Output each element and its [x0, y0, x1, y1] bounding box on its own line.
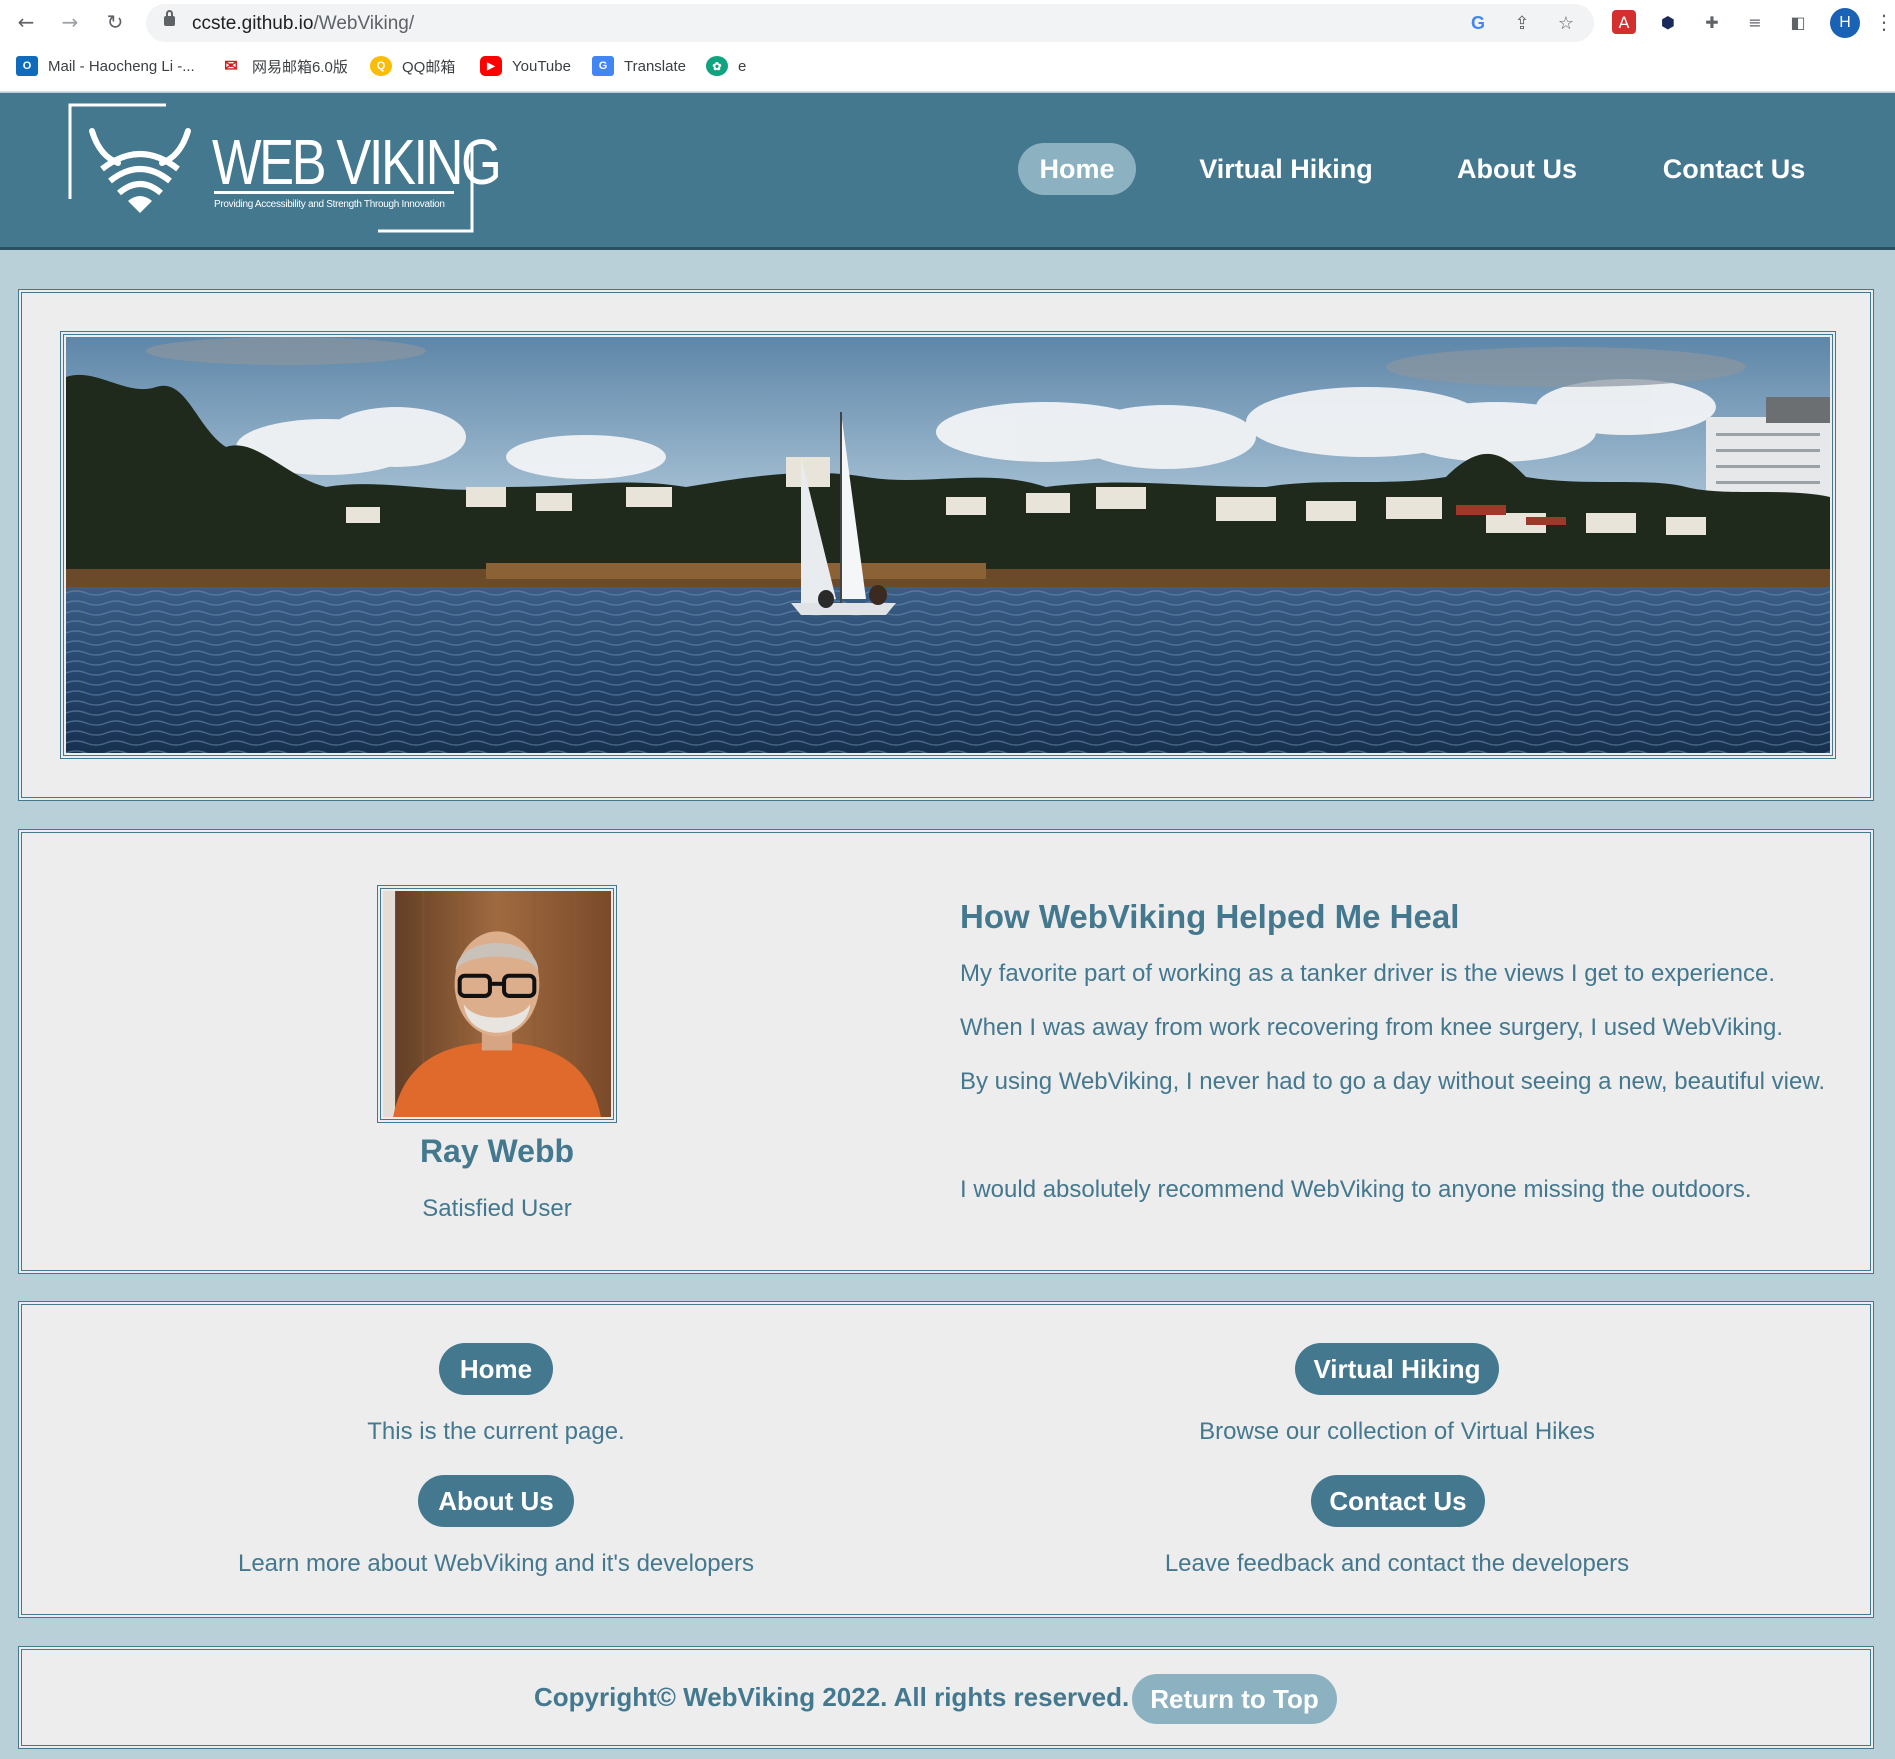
hero-lake-sailboat-image [66, 337, 1830, 753]
bookmark-label: e [738, 57, 747, 75]
quick-link-home-button[interactable]: Home [439, 1343, 553, 1395]
google-translate-icon: G [592, 56, 614, 76]
testimonial-title: How WebViking Helped Me Heal [960, 898, 1460, 935]
quick-link-contact-us-button[interactable]: Contact Us [1311, 1475, 1485, 1527]
user-portrait-photo [383, 891, 611, 1117]
lock-icon [164, 10, 175, 26]
address-bar[interactable]: ccste.github.io/WebViking/ G ⇪ ☆ [146, 4, 1594, 42]
bookmark-label: YouTube [512, 57, 571, 75]
url-text: ccste.github.io/WebViking/ [192, 13, 415, 34]
browser-toolbar: ← → ↻ ccste.github.io/WebViking/ G ⇪ ☆ A… [0, 0, 1895, 44]
copyright-text: Copyright© WebViking 2022. All rights re… [534, 1682, 1130, 1712]
nav-about-us[interactable]: About Us [1446, 143, 1588, 195]
bookmark-label: QQ邮箱 [402, 58, 456, 76]
quick-link-about-us-description: Learn more about WebViking and it's deve… [237, 1550, 754, 1577]
bookmark-item[interactable]: O Mail - Haocheng Li -... [16, 54, 195, 78]
profile-avatar[interactable]: H [1830, 8, 1860, 38]
site-header: WEB VIKING Providing Accessibility and S… [0, 93, 1895, 250]
bookmark-item[interactable]: ✿ e [706, 54, 746, 78]
quick-link-about-us-button[interactable]: About Us [418, 1475, 574, 1527]
logo-underline [214, 191, 454, 194]
nav-virtual-hiking[interactable]: Virtual Hiking [1182, 143, 1390, 195]
extensions-puzzle-icon[interactable]: ✚ [1700, 10, 1724, 34]
hero-section [18, 289, 1874, 801]
extension-shield-icon[interactable]: ⬢ [1656, 10, 1680, 34]
quick-link-virtual-hiking-description: Browse our collection of Virtual Hikes [1199, 1418, 1595, 1445]
bookmarks-bar: O Mail - Haocheng Li -... ✉ 网易邮箱6.0版 Q Q… [0, 48, 1895, 84]
testimonial-paragraph: By using WebViking, I never had to go a … [960, 1068, 1825, 1095]
bookmark-item[interactable]: ✉ 网易邮箱6.0版 [220, 54, 348, 78]
share-icon[interactable]: ⇪ [1510, 11, 1534, 35]
testimonial-paragraph: I would absolutely recommend WebViking t… [960, 1176, 1752, 1203]
browser-chrome: ← → ↻ ccste.github.io/WebViking/ G ⇪ ☆ A… [0, 0, 1895, 92]
viking-helmet-wifi-icon [89, 128, 191, 213]
bookmark-label: Mail - Haocheng Li -... [48, 57, 195, 75]
acrobat-extension-icon[interactable]: A [1612, 10, 1636, 34]
quick-link-home-description: This is the current page. [367, 1418, 625, 1445]
testimonial-paragraph: When I was away from work recovering fro… [960, 1014, 1783, 1041]
forward-icon[interactable]: → [56, 8, 84, 36]
testimonial-role: Satisfied User [422, 1195, 572, 1222]
nav-home[interactable]: Home [1018, 143, 1136, 195]
nav-contact-us[interactable]: Contact Us [1650, 143, 1818, 195]
hero-image-frame [60, 331, 1836, 759]
outlook-icon: O [16, 56, 38, 76]
bookmark-item[interactable]: Q QQ邮箱 [370, 54, 455, 78]
youtube-icon: ▶ [480, 56, 502, 76]
logo-tagline: Providing Accessibility and Strength Thr… [214, 199, 445, 210]
testimonial-name: Ray Webb [419, 1133, 575, 1169]
logo-title: WEB VIKING [212, 126, 502, 198]
side-panel-icon[interactable]: ◧ [1786, 10, 1810, 34]
testimonial-section: Ray Webb Satisfied User How WebViking He… [18, 829, 1874, 1274]
testimonial-paragraph: My favorite part of working as a tanker … [960, 960, 1776, 987]
bookmark-label: 网易邮箱6.0版 [252, 58, 348, 76]
portrait-frame [377, 885, 617, 1123]
bookmark-star-icon[interactable]: ☆ [1554, 11, 1578, 35]
qq-mail-icon: Q [370, 56, 392, 76]
return-to-top-button[interactable]: Return to Top [1132, 1674, 1337, 1724]
quick-link-contact-us-description: Leave feedback and contact the developer… [1164, 1550, 1630, 1577]
bookmark-label: Translate [624, 57, 686, 75]
back-icon[interactable]: ← [12, 8, 40, 36]
google-icon[interactable]: G [1466, 11, 1490, 35]
bookmark-item[interactable]: G Translate [592, 54, 686, 78]
netease-mail-icon: ✉ [224, 58, 238, 75]
site-footer: Copyright© WebViking 2022. All rights re… [18, 1646, 1874, 1749]
quick-links-section: Home This is the current page. Virtual H… [18, 1301, 1874, 1618]
quick-link-virtual-hiking-button[interactable]: Virtual Hiking [1295, 1343, 1499, 1395]
browser-menu-icon[interactable]: ⋮ [1874, 8, 1894, 36]
reading-list-icon[interactable]: ≡ [1743, 10, 1767, 34]
chatgpt-icon: ✿ [706, 56, 728, 76]
reload-icon[interactable]: ↻ [101, 8, 129, 36]
bookmark-item[interactable]: ▶ YouTube [480, 54, 571, 78]
